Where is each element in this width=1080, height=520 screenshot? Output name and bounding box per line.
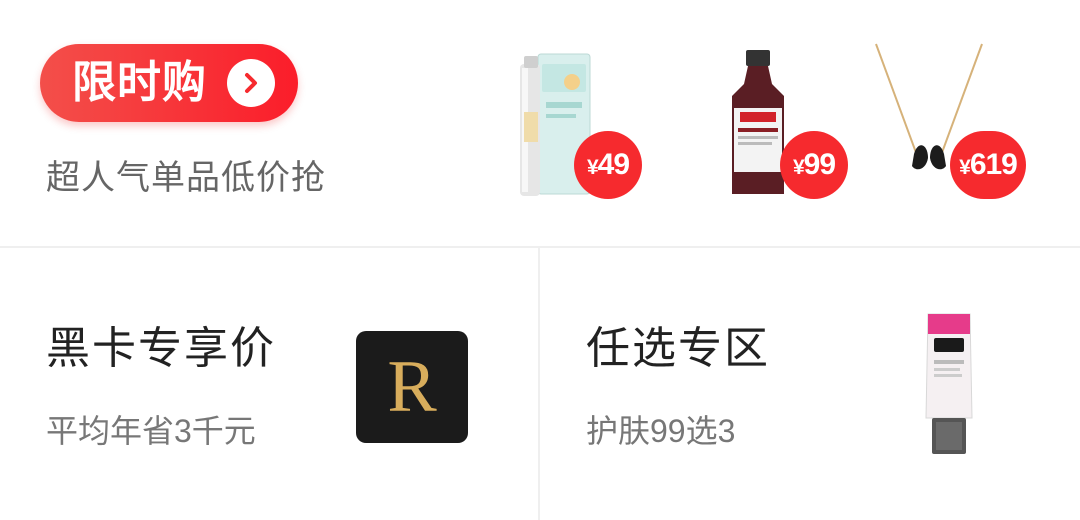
price-badge: ¥99	[780, 131, 848, 199]
pick-zone-title: 任选专区	[586, 324, 770, 373]
black-card-subtitle: 平均年省3千元	[46, 413, 256, 449]
chevron-right-icon	[227, 59, 275, 107]
price-badge: ¥619	[950, 131, 1026, 199]
flash-sale-button[interactable]: 限时购	[40, 44, 298, 122]
cleanser-tube-image	[925, 313, 973, 454]
product-swan-necklace[interactable]: ¥619	[870, 40, 1030, 205]
price-badge: ¥49	[574, 131, 642, 199]
flash-sale-section[interactable]: 限时购 超人气单品低价抢 ¥49 ¥99 ¥619	[0, 0, 1080, 246]
black-card-logo-letter: R	[387, 346, 437, 428]
black-card-title: 黑卡专享价	[46, 324, 276, 373]
black-card-section[interactable]: 黑卡专享价 平均年省3千元 R	[0, 248, 538, 520]
flash-sale-subtitle: 超人气单品低价抢	[46, 159, 326, 197]
product-sunscreen-spray[interactable]: ¥49	[512, 40, 652, 205]
pick-zone-subtitle: 护肤99选3	[586, 413, 736, 449]
product-swisse-bottle[interactable]: ¥99	[720, 48, 850, 203]
flash-sale-title: 限时购	[72, 58, 207, 107]
black-card-logo: R	[356, 331, 468, 443]
pick-zone-section[interactable]: 任选专区 护肤99选3	[540, 248, 1080, 520]
